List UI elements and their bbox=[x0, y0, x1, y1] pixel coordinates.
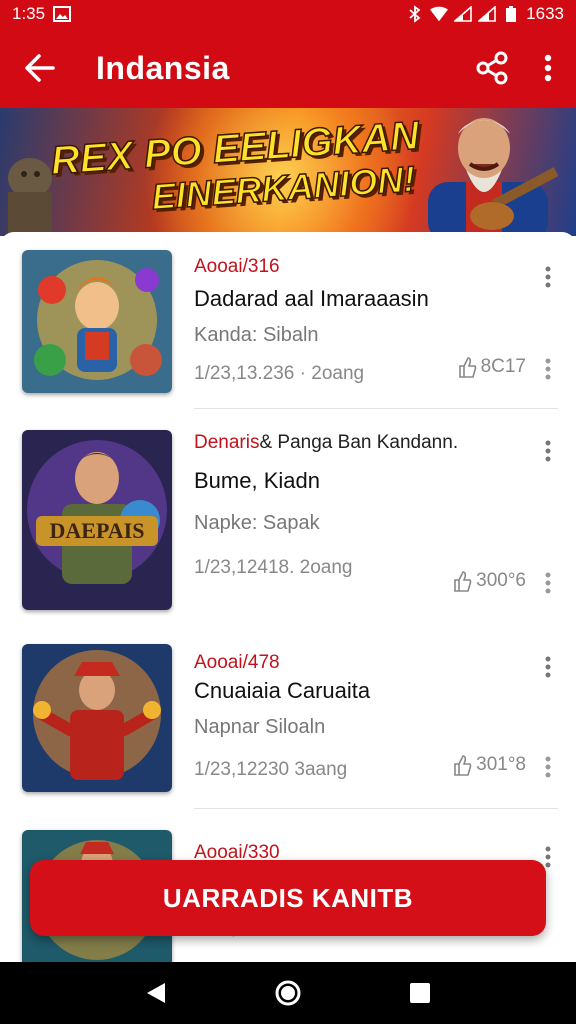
game-thumbnail bbox=[22, 644, 172, 792]
back-arrow-icon bbox=[25, 54, 55, 82]
back-triangle-icon bbox=[147, 983, 165, 1003]
bluetooth-icon bbox=[406, 5, 424, 23]
screen: 1:35 1633 Indansia REX PO EELIGKAN EINER… bbox=[0, 0, 576, 1024]
thumbs-up-icon bbox=[458, 357, 476, 378]
more-vert-icon bbox=[545, 266, 551, 288]
promo-banner[interactable]: REX PO EELIGKAN EINERKANION! bbox=[0, 108, 576, 236]
overflow-menu-button[interactable] bbox=[520, 28, 576, 108]
nav-recents-button[interactable] bbox=[400, 973, 440, 1013]
item-more-button[interactable] bbox=[538, 262, 558, 292]
status-clock: 1633 bbox=[526, 4, 564, 23]
item-subtitle: Napnar Siloaln bbox=[194, 716, 326, 738]
status-bar: 1:35 1633 bbox=[0, 0, 576, 28]
more-vert-icon bbox=[545, 358, 551, 380]
item-category: Aooai/316 bbox=[194, 256, 280, 277]
item-likes[interactable]: 300°6 bbox=[452, 570, 526, 592]
item-category: Aooai/478 bbox=[194, 652, 280, 673]
svg-text:DAEPAIS: DAEPAIS bbox=[50, 518, 145, 543]
likes-count: 301°8 bbox=[476, 754, 526, 775]
more-vert-icon bbox=[545, 656, 551, 678]
more-vert-icon bbox=[545, 756, 551, 778]
system-nav-bar bbox=[0, 962, 576, 1024]
app-bar: Indansia bbox=[0, 28, 576, 108]
thumbs-up-icon bbox=[454, 571, 472, 592]
item-more-button-2[interactable] bbox=[538, 354, 558, 384]
likes-count: 8C17 bbox=[480, 356, 526, 377]
battery-icon bbox=[502, 5, 520, 23]
item-subtitle: Napke: Sapak bbox=[194, 512, 320, 534]
page-title: Indansia bbox=[96, 49, 230, 86]
item-more-button-2[interactable] bbox=[538, 568, 558, 598]
likes-count: 300°6 bbox=[476, 570, 526, 591]
signal-icon bbox=[454, 5, 472, 23]
game-thumbnail bbox=[22, 250, 172, 393]
item-category: Denaris& Panga Ban Kandann. bbox=[194, 432, 459, 453]
more-vert-icon bbox=[545, 440, 551, 462]
recents-square-icon bbox=[410, 983, 430, 1003]
nav-back-button[interactable] bbox=[136, 973, 176, 1013]
more-vert-icon bbox=[544, 54, 552, 82]
share-button[interactable] bbox=[464, 28, 520, 108]
item-title: Cnuaiaia Caruaita bbox=[194, 678, 371, 703]
item-more-button[interactable] bbox=[538, 652, 558, 682]
divider bbox=[194, 408, 558, 409]
gallery-notification-icon bbox=[53, 5, 72, 23]
thumbs-up-icon bbox=[454, 755, 472, 776]
list-item[interactable]: Aooai/316 Dadarad aal Imaraaasin Kanda: … bbox=[0, 232, 576, 410]
share-icon bbox=[476, 51, 508, 85]
more-vert-icon bbox=[545, 572, 551, 594]
list-item[interactable]: DAEPAIS Denaris& Panga Ban Kandann. Bume… bbox=[0, 410, 576, 630]
item-more-button-2[interactable] bbox=[538, 752, 558, 782]
item-title: Dadarad aal Imaraaasin bbox=[194, 286, 429, 311]
list-item[interactable]: Aooai/478 Cnuaiaia Caruaita Napnar Siloa… bbox=[0, 630, 576, 810]
status-time: 1:35 bbox=[12, 4, 46, 23]
nav-home-button[interactable] bbox=[268, 973, 308, 1013]
back-button[interactable] bbox=[0, 28, 80, 108]
guitar-hero-image bbox=[428, 118, 558, 236]
item-title: Bume, Kiadn bbox=[194, 468, 320, 493]
game-list: Aooai/316 Dadarad aal Imaraaasin Kanda: … bbox=[0, 232, 576, 962]
signal-icon-2 bbox=[478, 5, 496, 23]
more-vert-icon bbox=[545, 846, 551, 868]
game-thumbnail: DAEPAIS bbox=[22, 430, 172, 610]
item-more-button[interactable] bbox=[538, 436, 558, 466]
home-circle-icon bbox=[275, 980, 301, 1006]
cta-button[interactable]: UARRADIS KANITB bbox=[30, 860, 546, 936]
item-subtitle: Kanda: Sibaln bbox=[194, 324, 319, 346]
divider bbox=[194, 808, 558, 809]
item-likes[interactable]: 301°8 bbox=[452, 754, 526, 776]
item-likes[interactable]: 8C17 bbox=[457, 356, 526, 378]
wifi-icon bbox=[430, 5, 449, 23]
